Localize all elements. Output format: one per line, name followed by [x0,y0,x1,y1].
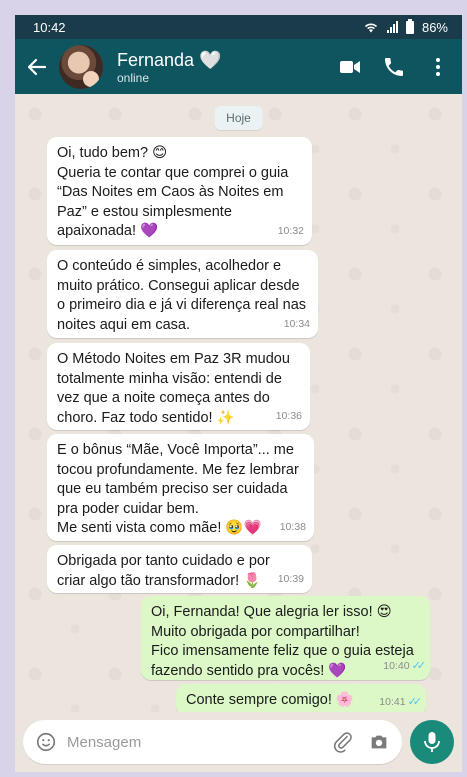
wifi-icon [364,23,378,33]
message-time: 10:41 ✓✓ [379,693,423,713]
video-camera-icon[interactable] [338,55,362,79]
message-incoming[interactable]: O conteúdo é simples, acolhedor e muito … [47,250,318,338]
message-text: O conteúdo é simples, acolhedor e muito … [57,258,307,333]
contact-info[interactable]: Fernanda 🤍 online [117,49,318,85]
microphone-button[interactable] [410,720,454,764]
message-time: 10:40 ✓✓ [383,657,427,677]
message-text: O Método Noites em Paz 3R mudou totalmen… [57,351,290,426]
read-ticks-icon: ✓✓ [411,659,427,672]
message-text: E o bônus “Mãe, Você Importa”... me toco… [57,442,299,536]
message-time: 10:36 [275,409,302,422]
message-composer: Mensagem [15,712,462,772]
signal-icon [386,21,398,33]
contact-name-text: Fernanda [117,49,195,70]
message-time: 10:38 [279,520,306,533]
message-placeholder: Mensagem [67,733,142,751]
more-vertical-icon[interactable] [426,55,450,79]
heart-emoji: 🤍 [199,49,222,70]
arrow-left-icon[interactable] [25,55,49,79]
status-icons: 86% [363,18,448,35]
message-outgoing[interactable]: Oi, Fernanda! Que alegria ler isso! 😍 Mu… [141,596,430,680]
phone-screen: 10:42 86% Fernanda 🤍 online Hoje Oi, tud… [15,15,462,772]
message-input[interactable]: Mensagem [23,720,402,764]
message-time: 10:39 [277,572,304,585]
message-incoming[interactable]: Obrigada por tanto cuidado e por criar a… [47,545,312,593]
chat-header: Fernanda 🤍 online [15,39,462,94]
message-text: Oi, Fernanda! Que alegria ler isso! 😍 Mu… [151,604,414,679]
message-text: Oi, tudo bem? 😊 Queria te contar que com… [57,145,289,239]
read-ticks-icon: ✓✓ [407,695,423,708]
emoji-icon[interactable] [35,731,57,753]
date-divider: Hoje [214,106,263,130]
status-bar: 10:42 86% [15,15,462,39]
microphone-icon [424,732,440,752]
battery-level: 86% [421,19,448,35]
contact-status: online [117,70,150,85]
chat-area[interactable]: Hoje Oi, tudo bem? 😊 Queria te contar qu… [15,94,462,716]
message-time: 10:34 [283,317,310,330]
message-text: Obrigada por tanto cuidado e por criar a… [57,553,270,589]
message-incoming[interactable]: E o bônus “Mãe, Você Importa”... me toco… [47,434,314,541]
avatar[interactable] [59,44,103,89]
message-time-text: 10:41 [379,695,406,708]
battery-icon [405,18,414,34]
message-time-text: 10:40 [383,659,410,672]
message-text: Conte sempre comigo! 🌸 [186,692,354,708]
message-incoming[interactable]: O Método Noites em Paz 3R mudou totalmen… [47,343,310,430]
status-time: 10:42 [33,19,66,35]
message-incoming[interactable]: Oi, tudo bem? 😊 Queria te contar que com… [47,137,312,245]
contact-name: Fernanda 🤍 [117,49,318,71]
camera-icon[interactable] [368,731,390,753]
paperclip-icon[interactable] [332,731,354,753]
phone-icon[interactable] [382,55,406,79]
message-time: 10:32 [277,224,304,237]
